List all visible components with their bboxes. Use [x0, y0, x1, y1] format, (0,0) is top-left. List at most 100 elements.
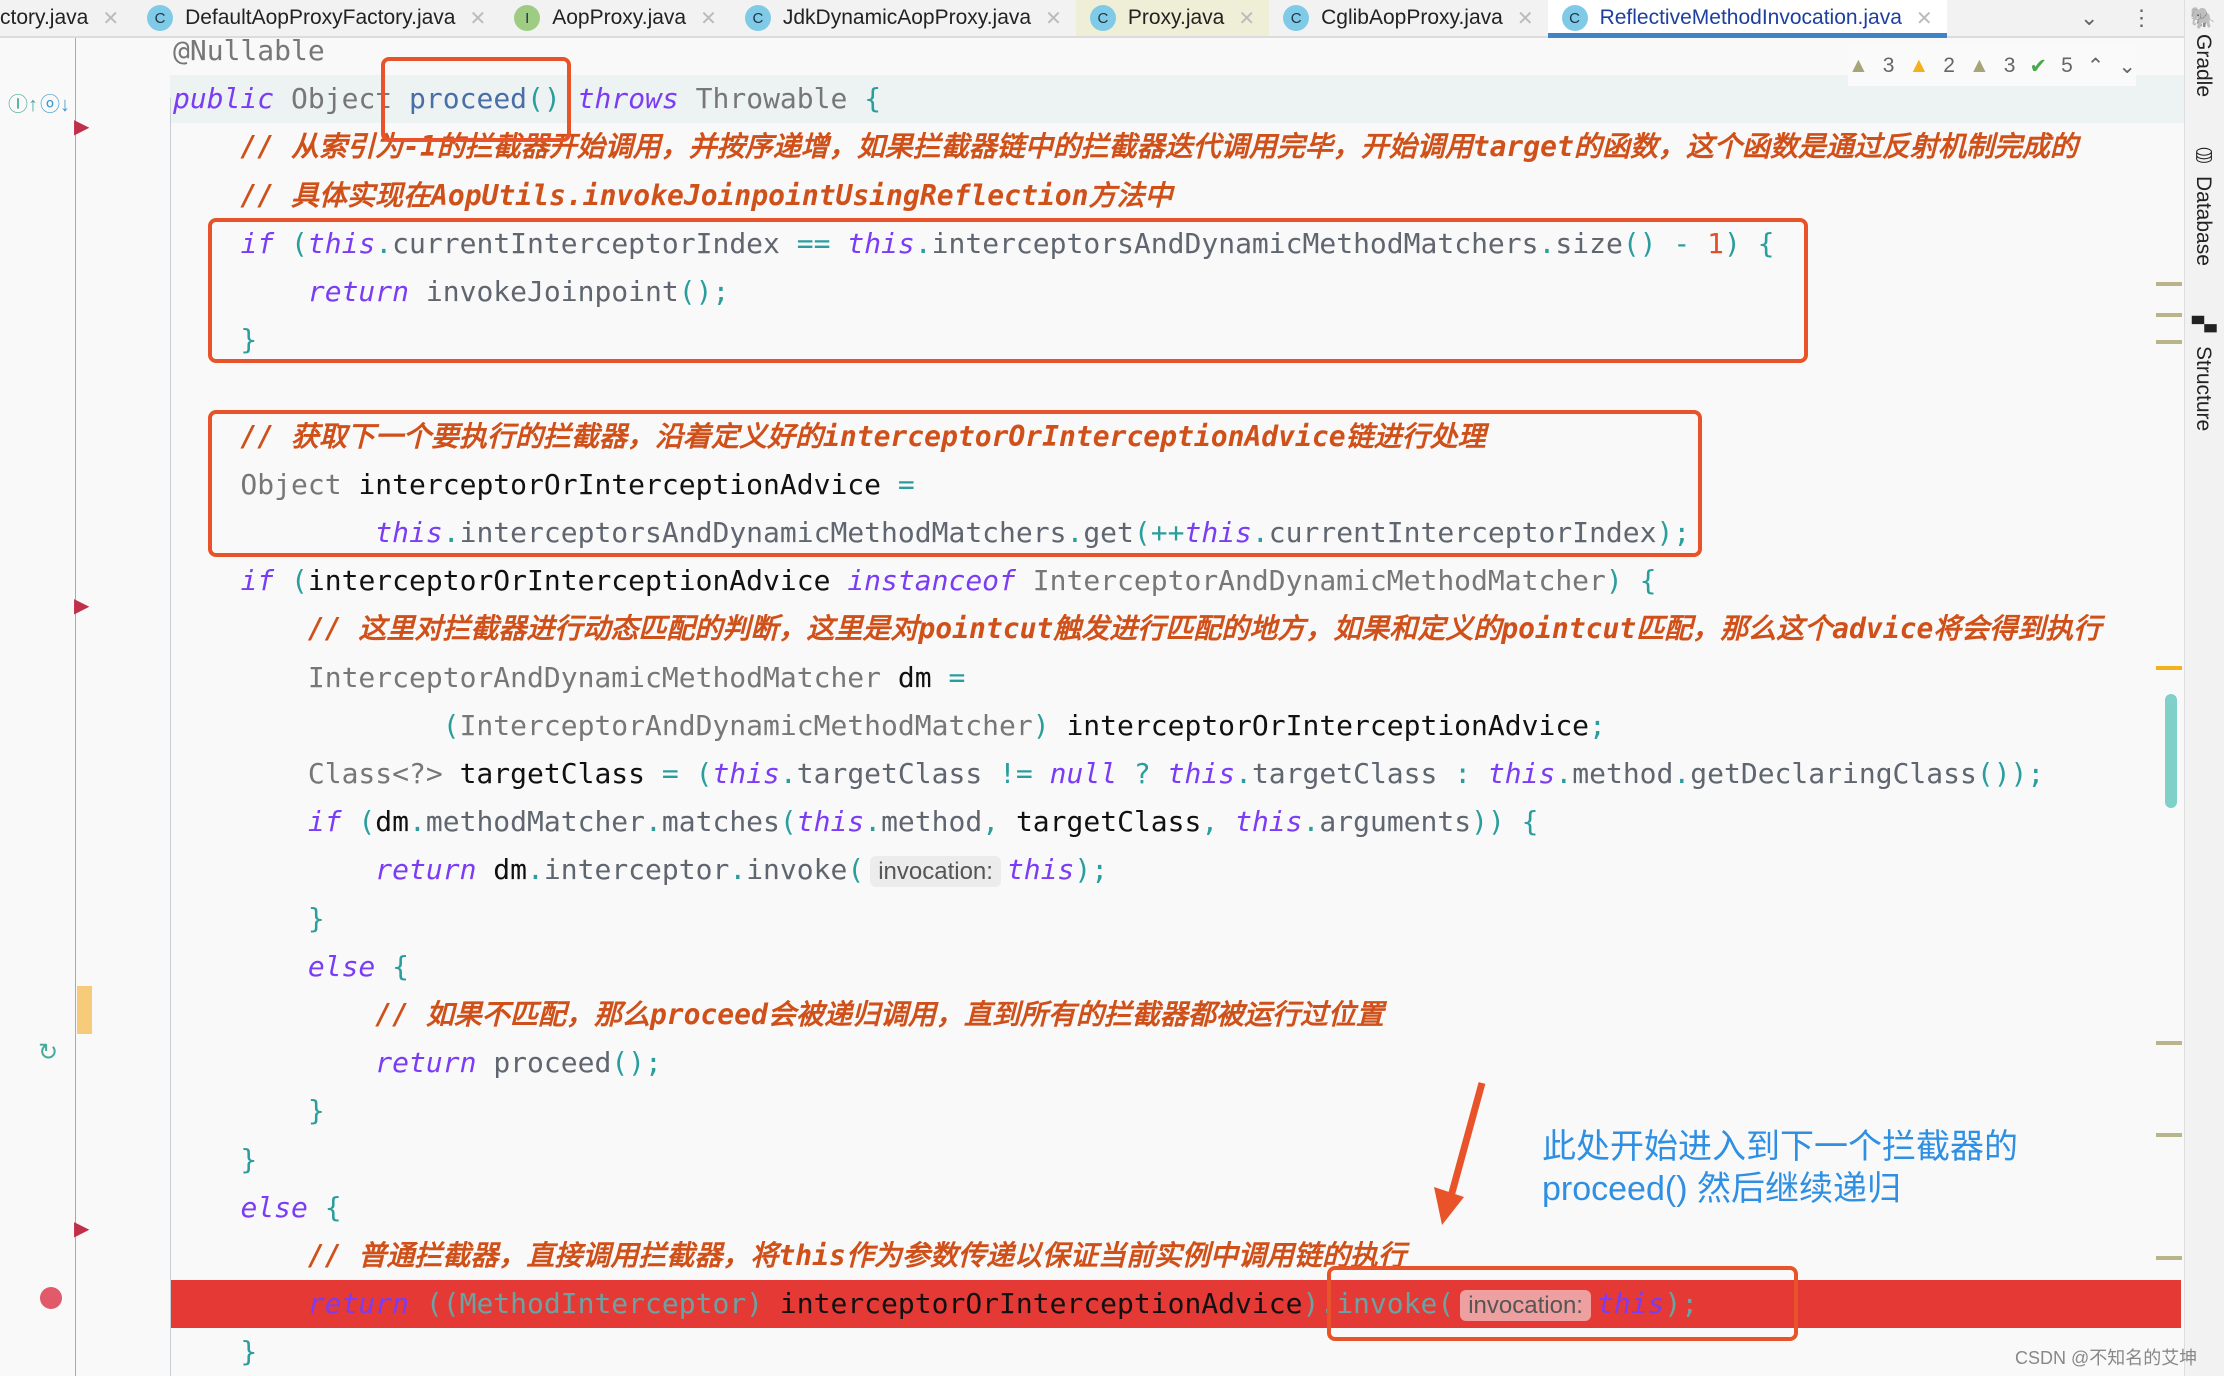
breakpoint-marker-icon: ▶	[74, 1218, 90, 1240]
scrollbar-thumb[interactable]	[2165, 694, 2177, 808]
code-line[interactable]: }	[0, 895, 2184, 943]
code-comment: // 如果不匹配，那么proceed会被递归调用，直到所有的拦截器都被运行过位置	[173, 998, 1384, 1031]
error-stripe-mark[interactable]	[2156, 1041, 2182, 1045]
breakpoint-icon[interactable]	[40, 1287, 62, 1309]
code-token: )	[746, 1287, 780, 1321]
code-token: ,	[1201, 805, 1236, 839]
error-stripe-mark[interactable]	[2156, 666, 2182, 670]
code-token: public	[173, 82, 275, 116]
code-token: = (	[645, 757, 713, 790]
code-token: dm	[476, 853, 528, 887]
code-token: MethodInterceptor	[459, 1287, 747, 1321]
highlight-box-proceed	[381, 57, 571, 142]
code-token: null	[1049, 757, 1118, 790]
code-line[interactable]: return dm.interceptor.invoke(invocation:…	[0, 846, 2184, 894]
previous-highlight-button[interactable]: ⌃	[2087, 54, 2105, 79]
tool-window-structure[interactable]: Structure	[2191, 346, 2215, 431]
highlight-box-invoke	[1327, 1266, 1798, 1341]
code-token: .	[864, 805, 882, 839]
code-token: (	[173, 708, 460, 742]
code-token: {	[307, 1190, 342, 1224]
watermark: CSDN @不知名的艾坤	[2015, 1348, 2198, 1368]
code-line[interactable]	[0, 364, 2184, 412]
code-token: Throwable	[678, 82, 865, 116]
tool-window-database[interactable]: Database	[2191, 176, 2215, 266]
code-token: (	[847, 853, 865, 887]
code-comment: // 这里对拦截器进行动态匹配的判断，这里是对pointcut触发进行匹配的地方…	[173, 612, 2102, 646]
code-token: .	[409, 805, 426, 839]
implements-icon[interactable]: Ⓘ↑	[8, 88, 38, 117]
parameter-hint: invocation:	[870, 856, 1001, 888]
code-line[interactable]: if (interceptorOrInterceptionAdvice inst…	[0, 557, 2184, 605]
code-token: .	[779, 757, 797, 790]
code-token: ,	[982, 805, 1016, 839]
code-line[interactable]: // 具体实现在AopUtils.invokeJoinpointUsingRef…	[0, 172, 2184, 220]
code-token: return	[375, 1046, 477, 1080]
tool-window-gradle[interactable]: Gradle	[2191, 34, 2215, 97]
code-token: }	[173, 901, 325, 935]
code-token: this	[712, 757, 780, 790]
next-highlight-button[interactable]: ⌄	[2118, 54, 2136, 79]
change-marker[interactable]	[77, 986, 92, 1034]
error-stripe-mark[interactable]	[2156, 282, 2182, 286]
code-token: invoke	[746, 853, 848, 887]
code-token: interceptor	[543, 853, 730, 887]
code-token: );	[1074, 853, 1109, 887]
code-comment: // 具体实现在AopUtils.invokeJoinpointUsingRef…	[173, 178, 1173, 212]
code-line[interactable]: (InterceptorAndDynamicMethodMatcher) int…	[0, 702, 2184, 750]
code-token: :	[1437, 757, 1488, 790]
error-stripe-mark[interactable]	[2156, 313, 2182, 317]
code-token: if	[307, 805, 342, 839]
code-token: .	[729, 853, 747, 887]
code-line[interactable]: // 从索引为-1的拦截器开始调用，并按序递增，如果拦截器链中的拦截器迭代调用完…	[0, 123, 2184, 171]
code-token: this	[1487, 757, 1556, 790]
breakpoint-code-line[interactable]: return ((MethodInterceptor) interceptorO…	[94, 1280, 2181, 1329]
code-token: InterceptorAndDynamicMethodMatcher	[1015, 564, 1606, 598]
code-token: dm	[897, 660, 932, 694]
code-token: throws	[577, 82, 679, 116]
code-line[interactable]: return proceed();	[0, 1039, 2184, 1087]
code-token: return	[375, 853, 477, 887]
code-token: InterceptorAndDynamicMethodMatcher	[173, 660, 898, 694]
code-line[interactable]: Class<?> targetClass = (this.targetClass…	[0, 750, 2184, 798]
code-line[interactable]: if (dm.methodMatcher.matches(this.method…	[0, 798, 2184, 846]
inspection-widget[interactable]: ▲ 3 ▲ 2 ▲ 3 ✔ 5 ⌃ ⌄	[1848, 46, 2136, 86]
highlight-box-next-interceptor	[208, 410, 1702, 557]
code-token: method	[881, 805, 983, 839]
breakpoint-marker-icon: ▶	[74, 595, 90, 617]
highlight-box-end-condition	[208, 218, 1808, 363]
code-line[interactable]: // 如果不匹配，那么proceed会被递归调用，直到所有的拦截器都被运行过位置	[0, 991, 2184, 1039]
code-token: }	[173, 1142, 258, 1176]
error-stripe-mark[interactable]	[2156, 340, 2182, 344]
code-token: @Nullable	[173, 34, 325, 67]
code-line[interactable]: // 这里对拦截器进行动态匹配的判断，这里是对pointcut触发进行匹配的地方…	[0, 605, 2184, 653]
code-line[interactable]: InterceptorAndDynamicMethodMatcher dm =	[0, 654, 2184, 702]
error-stripe-mark[interactable]	[2156, 1133, 2182, 1137]
code-token: !=	[982, 757, 1050, 790]
code-token: this	[796, 805, 865, 839]
overrides-icon[interactable]: ⓞ↓	[40, 88, 70, 117]
code-token: Class<?>	[173, 757, 460, 790]
code-token: methodMatcher	[425, 805, 646, 839]
code-token: arguments	[1319, 805, 1472, 839]
code-token: =	[931, 660, 966, 694]
warning-icon: ▲	[1848, 54, 1869, 77]
code-token: interceptorOrInterceptionAdvice	[307, 564, 848, 598]
error-stripe-mark[interactable]	[2156, 1256, 2182, 1260]
code-line[interactable]: }	[0, 1328, 2184, 1376]
code-line[interactable]: // 普通拦截器，直接调用拦截器，将this作为参数传递以保证当前实例中调用链的…	[0, 1232, 2184, 1280]
recursive-call-icon: ↻	[38, 1039, 59, 1066]
code-token: ();	[611, 1046, 662, 1080]
code-token: targetClass	[1015, 805, 1202, 839]
code-line[interactable]: else {	[0, 943, 2184, 991]
code-token: else	[240, 1190, 308, 1224]
